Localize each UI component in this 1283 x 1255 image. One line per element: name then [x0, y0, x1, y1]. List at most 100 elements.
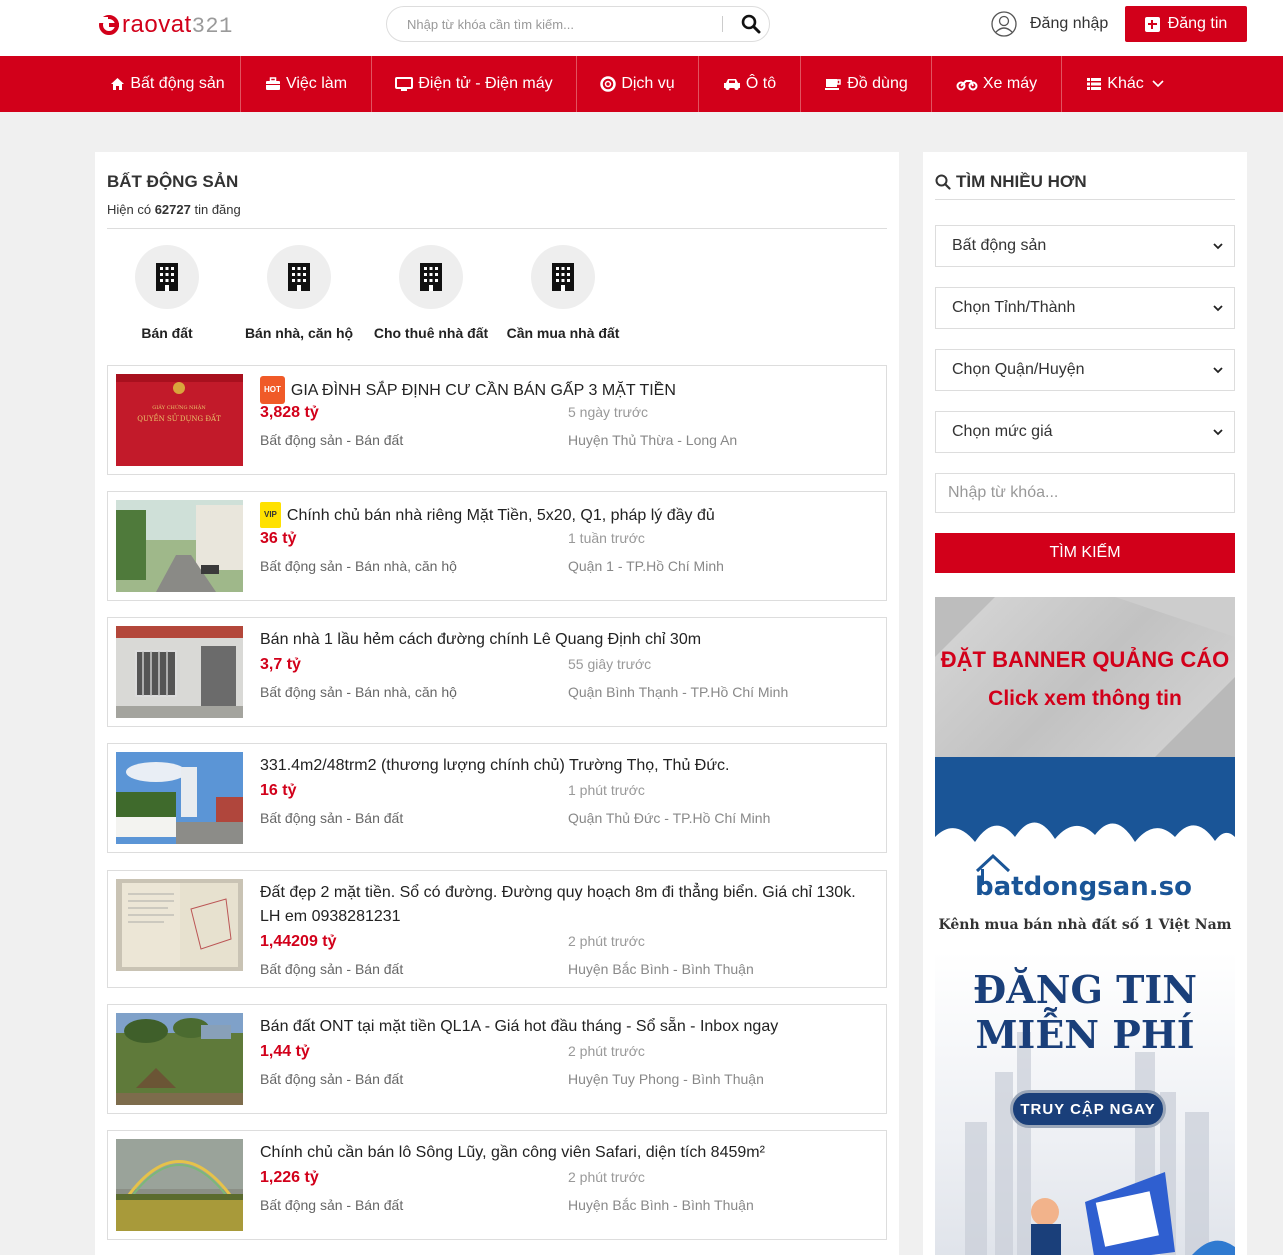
listing-price: 3,828 tỷ — [260, 404, 319, 421]
listing-price: 3,7 tỷ — [260, 656, 301, 673]
building-icon — [288, 263, 310, 291]
listing-category: Bất động sản - Bán đất — [260, 432, 404, 448]
rainbow-field-photo — [116, 1139, 243, 1231]
listing-location: Quận Thủ Đức - TP.Hồ Chí Minh — [568, 810, 771, 826]
listing-count: Hiện có 62727 tin đăng — [107, 202, 241, 217]
listing-item[interactable]: Đất đẹp 2 mặt tiền. Sổ có đường. Đường q… — [107, 870, 887, 988]
ad-banner-placement[interactable]: ĐẶT BANNER QUẢNG CÁO Click xem thông tin — [935, 597, 1235, 757]
nav-item-xe-may[interactable]: Xe máy — [932, 56, 1062, 112]
category-nav: Bất động sản Việc làm Điện tử - Điện máy… — [0, 56, 1283, 112]
listing-item[interactable]: Bán nhà 1 lầu hẻm cách đường chính Lê Qu… — [107, 617, 887, 727]
subcategory-can-mua[interactable]: Cần mua nhà đất — [497, 245, 629, 341]
chevron-down-icon — [1152, 80, 1164, 88]
district-select[interactable]: Chọn Quận/Huyện — [935, 349, 1235, 391]
subcategory-icon-wrap — [399, 245, 463, 309]
listing-title: Chính chủ cần bán lô Sông Lũy, gần công … — [260, 1144, 765, 1161]
certificate-image: GIẤY CHỨNG NHẬN QUYỀN SỬ DỤNG ĐẤT — [116, 374, 243, 466]
nav-label: Đồ dùng — [847, 75, 908, 92]
logo-icon — [98, 15, 119, 35]
listing-title-row: HOT GIA ĐÌNH SẮP ĐỊNH CƯ CẦN BÁN GẤP 3 MẶ… — [260, 376, 870, 404]
sidebar-title-text: TÌM NHIỀU HƠN — [956, 172, 1087, 191]
listing-time: 2 phút trước — [568, 1169, 645, 1185]
province-select[interactable]: Chọn Tỉnh/Thành — [935, 287, 1235, 329]
motorbike-icon — [956, 80, 978, 91]
logo-text-grey: 321 — [191, 14, 233, 39]
listing-item[interactable]: Bán đất ONT tại mặt tiền QL1A - Giá hot … — [107, 1004, 887, 1114]
chevron-down-icon — [1213, 243, 1223, 250]
banner-cta-button[interactable]: TRUY CẬP NGAY — [1010, 1090, 1166, 1128]
search-input[interactable] — [407, 16, 722, 32]
sidebar-title: TÌM NHIỀU HƠN — [935, 172, 1087, 192]
listing-category: Bất động sản - Bán đất — [260, 961, 404, 977]
post-ad-button[interactable]: Đăng tin — [1125, 6, 1247, 42]
nav-item-dich-vu[interactable]: Dịch vụ — [577, 56, 699, 112]
subcategory-ban-dat[interactable]: Bán đất — [101, 245, 233, 341]
category-select-value: Bất động sản — [952, 237, 1047, 254]
nav-item-viec-lam[interactable]: Việc làm — [241, 56, 372, 112]
listing-item[interactable]: GIẤY CHỨNG NHẬN QUYỀN SỬ DỤNG ĐẤT HOT GIA… — [107, 365, 887, 475]
certificate-text-2: QUYỀN SỬ DỤNG ĐẤT — [137, 413, 221, 423]
login-label: Đăng nhập — [1030, 15, 1109, 32]
ad-banner-batdongsan[interactable]: batdongsan.so Kênh mua bán nhà đất số 1 … — [935, 757, 1235, 1255]
nav-label: Bất động sản — [130, 75, 225, 92]
listing-thumbnail — [116, 1139, 243, 1231]
listing-time: 2 phút trước — [568, 1043, 645, 1059]
keyword-input[interactable] — [935, 473, 1235, 513]
listing-category: Bất động sản - Bán đất — [260, 1071, 404, 1087]
listing-price: 1,226 tỷ — [260, 1169, 319, 1186]
listing-count-value: 62727 — [154, 202, 191, 217]
search-icon — [741, 14, 761, 34]
listing-count-suffix: tin đăng — [194, 202, 241, 217]
subcategory-label: Cần mua nhà đất — [506, 325, 620, 341]
listing-item[interactable]: Chính chủ cần bán lô Sông Lũy, gần công … — [107, 1130, 887, 1240]
nav-item-dien-tu[interactable]: Điện tử - Điện máy — [372, 56, 577, 112]
land-photo — [116, 1013, 243, 1105]
listing-title: GIA ĐÌNH SẮP ĐỊNH CƯ CẦN BÁN GẤP 3 MẶT T… — [290, 382, 676, 399]
listing-price: 36 tỷ — [260, 530, 297, 547]
site-header: raovat321 Đăng nhập Đăng tin — [0, 0, 1283, 56]
subcategory-icon-wrap — [135, 245, 199, 309]
district-select-value: Chọn Quận/Huyện — [952, 361, 1085, 378]
site-logo[interactable]: raovat321 — [98, 10, 233, 40]
listing-panel: BẤT ĐỘNG SẢN Hiện có 62727 tin đăng Bán … — [95, 152, 899, 1255]
coffee-icon — [825, 79, 841, 90]
subcategory-label: Bán nhà, căn hộ — [244, 325, 354, 341]
login-link[interactable]: Đăng nhập — [991, 11, 1108, 37]
building-icon — [156, 263, 178, 291]
logo-text: raovat321 — [122, 11, 233, 39]
listing-thumbnail — [116, 1013, 243, 1105]
nav-item-bat-dong-san[interactable]: Bất động sản — [95, 56, 241, 112]
price-select-value: Chọn mức giá — [952, 423, 1053, 440]
category-select[interactable]: Bất động sản — [935, 225, 1235, 267]
nav-item-khac[interactable]: Khác — [1062, 56, 1188, 112]
banner-tagline: Kênh mua bán nhà đất số 1 Việt Nam — [938, 917, 1232, 933]
banner-free-line1: ĐĂNG TIN — [973, 967, 1197, 1012]
listing-item[interactable]: VIP Chính chủ bán nhà riêng Mặt Tiền, 5x2… — [107, 491, 887, 601]
banner-free-line2: MIỄN PHÍ — [975, 1012, 1195, 1057]
price-select[interactable]: Chọn mức giá — [935, 411, 1235, 453]
listing-item[interactable]: 331.4m2/48trm2 (thương lượng chính chủ) … — [107, 743, 887, 853]
subcategory-cho-thue[interactable]: Cho thuê nhà đất — [365, 245, 497, 341]
chevron-down-icon — [1213, 429, 1223, 436]
listing-price: 16 tỷ — [260, 782, 297, 799]
listing-category: Bất động sản - Bán nhà, căn hộ — [260, 684, 457, 700]
certificate-text-1: GIẤY CHỨNG NHẬN — [152, 403, 206, 411]
search-button[interactable] — [733, 7, 769, 41]
nav-item-do-dung[interactable]: Đồ dùng — [801, 56, 932, 112]
listing-category: Bất động sản - Bán nhà, căn hộ — [260, 558, 457, 574]
subcategory-ban-nha[interactable]: Bán nhà, căn hộ — [233, 245, 365, 341]
listing-title: Đất đẹp 2 mặt tiền. Sổ có đường. Đường q… — [260, 884, 856, 925]
search-sidebar: TÌM NHIỀU HƠN Bất động sản Chọn Tỉnh/Thà… — [923, 152, 1247, 1255]
subcategory-icon-wrap — [267, 245, 331, 309]
chevron-down-icon — [1213, 367, 1223, 374]
nav-item-o-to[interactable]: Ô tô — [699, 56, 801, 112]
search-submit-button[interactable]: TÌM KIẾM — [935, 533, 1235, 573]
listing-thumbnail: GIẤY CHỨNG NHẬN QUYỀN SỬ DỤNG ĐẤT — [116, 374, 243, 466]
listing-time: 5 ngày trước — [568, 404, 649, 420]
divider — [935, 199, 1235, 200]
search-divider — [722, 16, 723, 32]
plus-square-icon — [1144, 16, 1160, 32]
listing-title: 331.4m2/48trm2 (thương lượng chính chủ) … — [260, 757, 730, 774]
listing-thumbnail — [116, 879, 243, 971]
banner-headline: ĐẶT BANNER QUẢNG CÁO — [940, 647, 1230, 672]
